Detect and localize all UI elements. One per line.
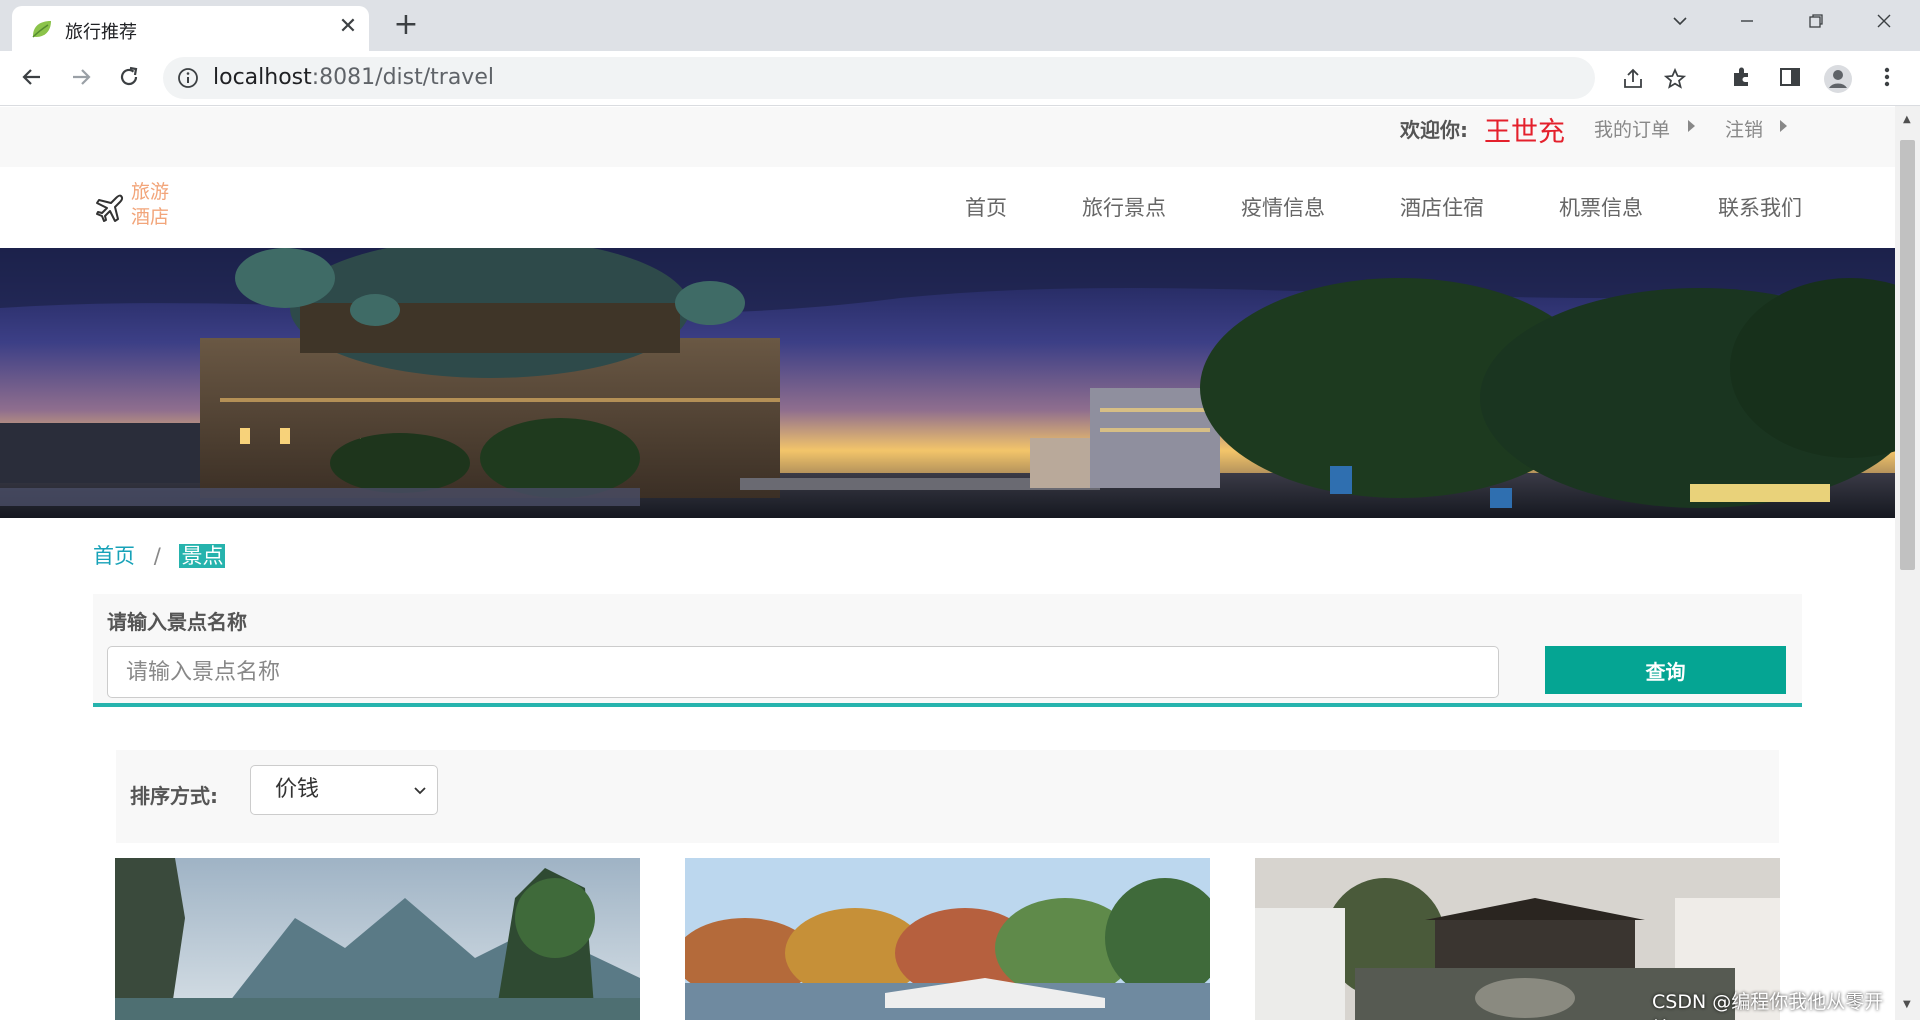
extensions-icon[interactable] [1727, 64, 1757, 94]
tab-close-icon[interactable]: ✕ [336, 15, 360, 39]
breadcrumb-current: 景点 [179, 544, 226, 568]
menu-dots-icon[interactable] [1872, 64, 1902, 94]
welcome-label: 欢迎你: [1400, 118, 1468, 142]
browser-tab[interactable]: 旅行推荐 ✕ [12, 6, 369, 51]
breadcrumb-home-link[interactable]: 首页 [93, 544, 135, 568]
username: 王世充 [1484, 117, 1565, 148]
caret-right-icon [1780, 120, 1787, 132]
chevron-down-icon [414, 787, 426, 795]
breadcrumb-separator: / [153, 544, 161, 568]
search-label: 请输入景点名称 [107, 610, 247, 634]
side-panel-icon[interactable] [1775, 64, 1805, 94]
nav-epidemic-info[interactable]: 疫情信息 [1241, 192, 1325, 222]
scroll-down-icon[interactable]: ▼ [1903, 999, 1911, 1010]
minimize-icon[interactable] [1729, 8, 1765, 36]
watermark-text: CSDN @编程你我他从零开始 [1652, 991, 1884, 1020]
breadcrumb: 首页 / 景点 [93, 540, 226, 570]
scroll-up-icon[interactable]: ▲ [1903, 114, 1911, 125]
scrollbar-thumb[interactable] [1900, 140, 1915, 570]
page-content: 欢迎你: 王世充 我的订单 注销 旅游 酒店 首页 旅行景点 疫情信息 酒店住宿… [0, 107, 1895, 1020]
site-logo-text[interactable]: 旅游 酒店 [131, 180, 181, 230]
sort-label: 排序方式: [130, 784, 218, 808]
profile-avatar-icon[interactable] [1823, 64, 1853, 94]
share-icon[interactable] [1621, 67, 1645, 91]
search-panel: 请输入景点名称 查询 [93, 594, 1802, 707]
leaf-icon [32, 21, 51, 38]
caret-right-icon [1688, 120, 1695, 132]
nav-contact-us[interactable]: 联系我们 [1718, 192, 1802, 222]
reload-icon[interactable] [114, 64, 144, 94]
close-window-icon[interactable] [1866, 8, 1902, 36]
hero-banner-image [0, 248, 1895, 518]
address-bar[interactable]: localhost:8081/dist/travel [163, 57, 1687, 99]
sort-selected-value: 价钱 [275, 777, 320, 802]
nav-attractions[interactable]: 旅行景点 [1082, 192, 1166, 222]
attraction-search-input[interactable] [107, 646, 1499, 698]
new-tab-icon[interactable]: + [390, 10, 422, 42]
search-button[interactable]: 查询 [1545, 646, 1786, 694]
browser-toolbar: localhost:8081/dist/travel [0, 51, 1920, 106]
attraction-card-image[interactable] [685, 858, 1210, 1020]
nav-hotels[interactable]: 酒店住宿 [1400, 192, 1484, 222]
site-info-icon[interactable] [177, 67, 199, 89]
sort-select[interactable]: 价钱 [250, 765, 438, 815]
page-scrollbar[interactable]: ▲ ▼ [1895, 106, 1920, 1020]
url-text: localhost:8081/dist/travel [213, 65, 494, 90]
tab-title: 旅行推荐 [65, 22, 137, 43]
bookmark-star-icon[interactable] [1663, 67, 1687, 91]
browser-tab-strip: 旅行推荐 ✕ + [0, 0, 1920, 51]
airplane-icon[interactable] [94, 192, 126, 224]
attraction-card-image[interactable] [115, 858, 640, 1020]
logo-line-1: 旅游 [131, 181, 170, 203]
user-bar: 欢迎你: 王世充 我的订单 注销 [0, 107, 1895, 167]
logout-link[interactable]: 注销 [1725, 115, 1763, 142]
back-arrow-icon[interactable] [17, 64, 47, 94]
restore-icon[interactable] [1798, 8, 1834, 36]
logo-line-2: 酒店 [131, 206, 170, 228]
my-orders-link[interactable]: 我的订单 [1594, 115, 1670, 142]
forward-arrow-icon[interactable] [66, 64, 96, 94]
nav-home[interactable]: 首页 [965, 192, 1007, 222]
sort-panel: 排序方式: 价钱 [116, 750, 1779, 843]
main-navbar: 旅游 酒店 首页 旅行景点 疫情信息 酒店住宿 机票信息 联系我们 [0, 167, 1895, 248]
nav-flights[interactable]: 机票信息 [1559, 192, 1643, 222]
tab-search-icon[interactable] [1662, 8, 1698, 36]
